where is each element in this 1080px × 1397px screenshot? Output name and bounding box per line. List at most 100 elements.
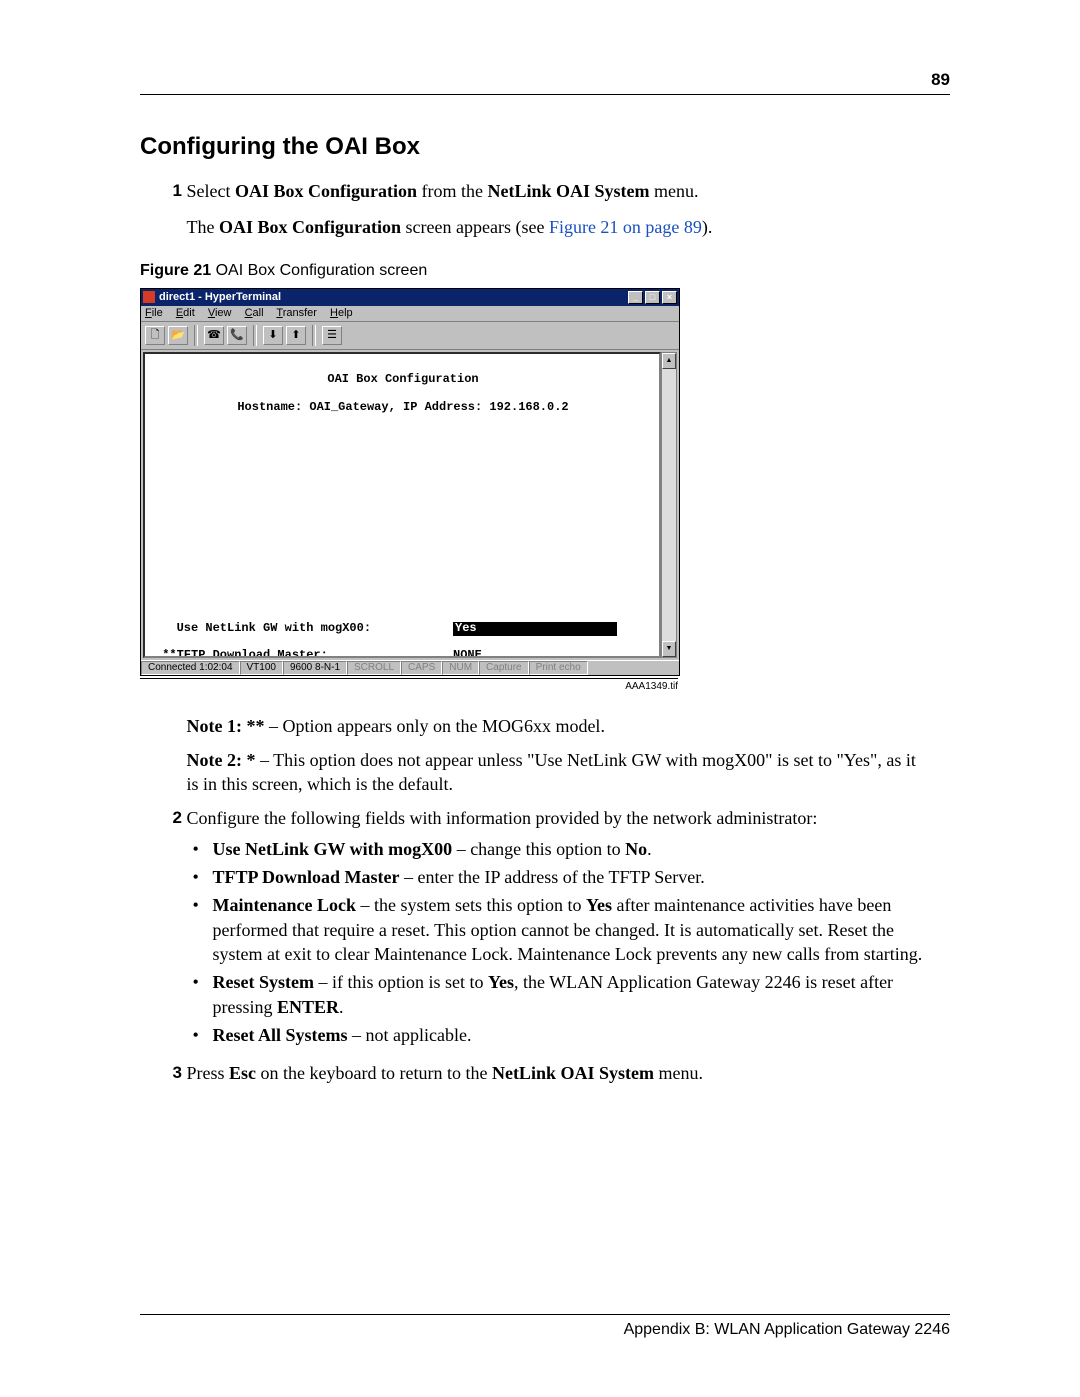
status-emulation: VT100 [240, 661, 283, 675]
text-bold: NetLink OAI System [488, 181, 650, 201]
titlebar: direct1 - HyperTerminal _ □ × [141, 289, 679, 306]
t: – change this option to [452, 839, 625, 859]
text: screen appears (see [401, 217, 549, 237]
step-2-text: Configure the following fields with info… [187, 808, 818, 828]
toolbar-new-icon[interactable]: 🗋 [145, 326, 165, 345]
t: on the keyboard to return to the [256, 1063, 492, 1083]
t: – not applicable. [347, 1025, 471, 1045]
section-title: Configuring the OAI Box [140, 133, 950, 161]
close-button[interactable]: × [662, 291, 677, 304]
maximize-button[interactable]: □ [645, 291, 660, 304]
toolbar: 🗋 📂 ☎ 📞 ⬇ ⬆ ☰ [141, 322, 679, 350]
text-bold: OAI Box Configuration [235, 181, 422, 201]
step-1-num: 1 [140, 179, 182, 203]
text: from the [422, 181, 488, 201]
menu-view[interactable]: View [208, 307, 232, 319]
terminal[interactable]: OAI Box Configuration Hostname: OAI_Gate… [143, 352, 661, 658]
scroll-track[interactable] [662, 369, 676, 641]
b: Esc [229, 1063, 256, 1083]
menu-transfer[interactable]: Transfer [276, 307, 317, 319]
t: menu. [654, 1063, 703, 1083]
window-title: direct1 - HyperTerminal [159, 292, 628, 303]
step-3: 3 Press Esc on the keyboard to return to… [140, 1061, 950, 1085]
t: Press [187, 1063, 230, 1083]
b: Reset All Systems [213, 1025, 348, 1045]
term-row-tftp: **TFTP Download Master: [155, 649, 453, 657]
menu-help[interactable]: Help [330, 307, 353, 319]
menu-call[interactable]: Call [245, 307, 264, 319]
note2: – This option does not appear unless "Us… [187, 750, 916, 794]
bullet-reset: Reset System – if this option is set to … [187, 970, 927, 1019]
term-row-tftp-val: NONE [453, 649, 482, 657]
b: Yes [488, 972, 514, 992]
b: TFTP Download Master [213, 867, 400, 887]
b: Reset System [213, 972, 314, 992]
b: No [625, 839, 647, 859]
toolbar-separator [253, 325, 257, 346]
t: – if this option is set to [314, 972, 488, 992]
figure-link[interactable]: Figure 21 on page 89 [549, 217, 702, 237]
figure-caption: Figure 21 OAI Box Configuration screen [140, 262, 950, 280]
scroll-up-icon[interactable]: ▲ [662, 353, 676, 369]
term-row-netlink: Use NetLink GW with mogX00: [155, 622, 453, 636]
rule-bottom [140, 1314, 950, 1315]
bullet-maint: Maintenance Lock – the system sets this … [187, 893, 927, 966]
note1-b: Note 1: ** [187, 716, 265, 736]
menubar: File Edit View Call Transfer Help [141, 306, 679, 322]
t: – the system sets this option to [356, 895, 586, 915]
note1: – Option appears only on the MOG6xx mode… [264, 716, 604, 736]
page-number: 89 [140, 70, 950, 90]
scrollbar[interactable]: ▲ ▼ [661, 352, 677, 658]
b: Use NetLink GW with mogX00 [213, 839, 453, 859]
text: ). [702, 217, 713, 237]
step-3-num: 3 [140, 1061, 182, 1085]
toolbar-properties-icon[interactable]: ☰ [322, 326, 342, 345]
t: – enter the IP address of the TFTP Serve… [400, 867, 705, 887]
toolbar-separator [194, 325, 198, 346]
bullet-netlink: Use NetLink GW with mogX00 – change this… [187, 837, 927, 861]
rule-top [140, 94, 950, 95]
b: NetLink OAI System [492, 1063, 654, 1083]
toolbar-receive-icon[interactable]: ⬆ [286, 326, 306, 345]
step-2: 2 Configure the following fields with in… [140, 806, 950, 1051]
toolbar-hangup-icon[interactable]: 📞 [227, 326, 247, 345]
b: Yes [586, 895, 612, 915]
text: The [187, 217, 219, 237]
footer-text: Appendix B: WLAN Application Gateway 224… [140, 1321, 950, 1339]
text: Select [187, 181, 235, 201]
status-capture: Capture [479, 661, 529, 675]
step-1: 1 Select OAI Box Configuration from the … [140, 179, 950, 240]
footer: Appendix B: WLAN Application Gateway 224… [140, 1314, 950, 1339]
text: menu. [650, 181, 699, 201]
t: . [339, 997, 344, 1017]
scroll-down-icon[interactable]: ▼ [662, 641, 676, 657]
statusbar: Connected 1:02:04 VT100 9600 8-N-1 SCROL… [141, 660, 679, 675]
status-scroll: SCROLL [347, 661, 401, 675]
figure-label: OAI Box Configuration screen [211, 262, 427, 279]
bullet-tftp: TFTP Download Master – enter the IP addr… [187, 865, 927, 889]
toolbar-open-icon[interactable]: 📂 [168, 326, 188, 345]
terminal-title: OAI Box Configuration [155, 373, 651, 387]
toolbar-separator [312, 325, 316, 346]
status-printecho: Print echo [529, 661, 588, 675]
text-bold: OAI Box Configuration [219, 217, 401, 237]
status-baud: 9600 8-N-1 [283, 661, 347, 675]
status-connected: Connected 1:02:04 [141, 661, 240, 675]
bullet-resetall: Reset All Systems – not applicable. [187, 1023, 927, 1047]
t: . [647, 839, 652, 859]
note2-b: Note 2: * [187, 750, 256, 770]
minimize-button[interactable]: _ [628, 291, 643, 304]
image-file-label: AAA1349.tif [140, 678, 678, 692]
menu-file[interactable]: File [145, 307, 163, 319]
app-icon [143, 291, 155, 303]
terminal-host: Hostname: OAI_Gateway, IP Address: 192.1… [155, 401, 651, 415]
term-row-netlink-val: Yes [453, 622, 617, 636]
note-block: Note 1: ** – Option appears only on the … [140, 714, 950, 797]
status-caps: CAPS [401, 661, 442, 675]
toolbar-call-icon[interactable]: ☎ [204, 326, 224, 345]
b: ENTER [277, 997, 339, 1017]
toolbar-send-icon[interactable]: ⬇ [263, 326, 283, 345]
status-num: NUM [442, 661, 479, 675]
hyperterminal-window: direct1 - HyperTerminal _ □ × File Edit … [140, 288, 680, 676]
menu-edit[interactable]: Edit [176, 307, 195, 319]
